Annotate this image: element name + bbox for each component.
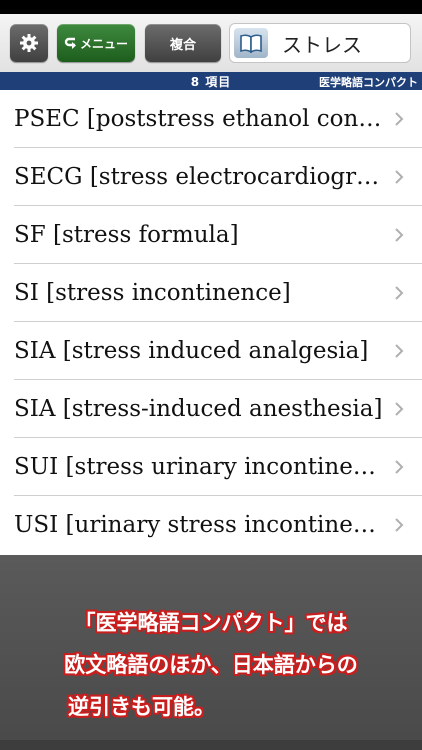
list-item-text: SI [stress incontinence] <box>14 280 291 306</box>
list-item-text: SECG [stress electrocardiograp... <box>14 164 386 190</box>
book-icon[interactable] <box>234 28 268 58</box>
list-item[interactable]: PSEC [poststress ethanol consu... <box>0 90 422 148</box>
search-field[interactable]: ストレス <box>229 23 411 63</box>
list-item[interactable]: SIA [stress induced analgesia] <box>0 322 422 380</box>
list-item-text: SUI [stress urinary incontinenc... <box>14 454 386 480</box>
chevron-right-icon <box>395 228 404 242</box>
promo-line-3: 逆引きも可能。 <box>68 695 215 719</box>
list-item[interactable]: SUI [stress urinary incontinenc... <box>0 438 422 496</box>
result-list: PSEC [poststress ethanol consu... SECG [… <box>0 90 422 555</box>
chevron-right-icon <box>395 460 404 474</box>
toolbar: メニュー 複合 ストレス <box>0 14 422 72</box>
settings-button[interactable] <box>10 24 48 62</box>
list-item-text: USI [urinary stress incontinenc... <box>14 512 386 538</box>
list-item[interactable]: SF [stress formula] <box>0 206 422 264</box>
chevron-right-icon <box>395 286 404 300</box>
info-bar: 8 項目 医学略語コンパクト <box>0 72 422 90</box>
promo-line-2: 欧文略語のほか、日本語からの <box>64 653 358 677</box>
list-item[interactable]: SIA [stress-induced anesthesia] <box>0 380 422 438</box>
promo-line-1: 「医学略語コンパクト」では <box>74 611 348 635</box>
bottom-strip <box>0 740 422 750</box>
chevron-right-icon <box>395 112 404 126</box>
chevron-right-icon <box>395 402 404 416</box>
combined-label: 複合 <box>169 37 196 53</box>
list-item[interactable]: SECG [stress electrocardiograp... <box>0 148 422 206</box>
list-item-text: SF [stress formula] <box>14 222 239 248</box>
status-bar <box>0 0 422 14</box>
chevron-right-icon <box>395 344 404 358</box>
dictionary-name: 医学略語コンパクト <box>319 76 418 89</box>
search-input[interactable]: ストレス <box>282 29 362 58</box>
chevron-right-icon <box>395 518 404 532</box>
list-item-text: PSEC [poststress ethanol consu... <box>14 106 386 132</box>
chevron-right-icon <box>395 170 404 184</box>
list-item-text: SIA [stress-induced anesthesia] <box>14 396 383 422</box>
gear-icon <box>20 34 38 52</box>
list-item[interactable]: SI [stress incontinence] <box>0 264 422 322</box>
menu-label: メニュー <box>79 36 128 51</box>
list-item[interactable]: USI [urinary stress incontinenc... <box>0 496 422 554</box>
menu-button[interactable]: メニュー <box>57 24 135 62</box>
back-arrow-icon <box>64 37 76 49</box>
combined-search-button[interactable]: 複合 <box>145 24 221 62</box>
list-item-text: SIA [stress induced analgesia] <box>14 338 369 364</box>
promo-banner: 「医学略語コンパクト」では 欧文略語のほか、日本語からの 逆引きも可能。 <box>0 555 422 740</box>
